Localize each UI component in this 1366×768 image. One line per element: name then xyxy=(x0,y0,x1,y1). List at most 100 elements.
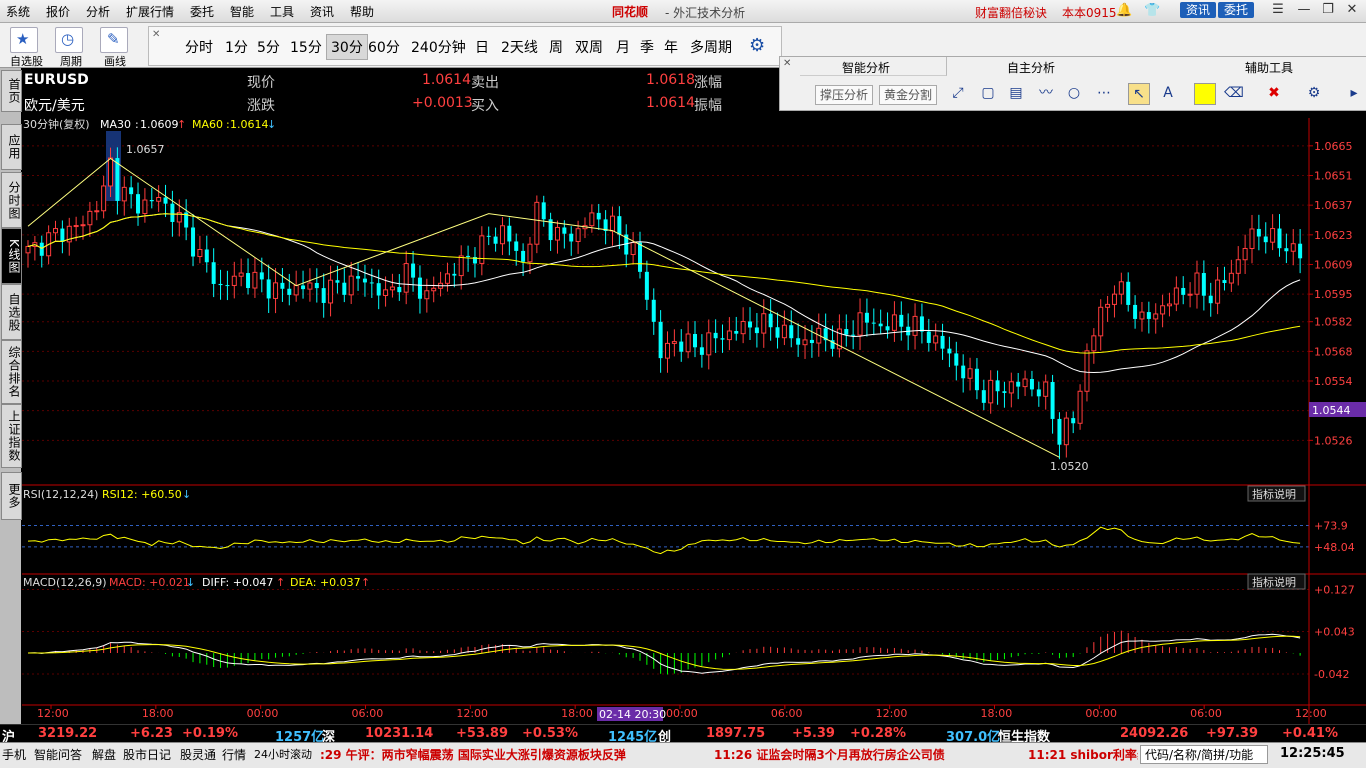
news-ticker-2[interactable]: 11:26 证监会时隔3个月再放行房企公司债 xyxy=(714,746,945,763)
tab-watchlist[interactable]: 自选股 xyxy=(1,284,22,340)
trade-button[interactable]: 委托 xyxy=(1218,2,1255,18)
tab-ranking[interactable]: 综合排名 xyxy=(1,340,22,404)
kline-chart[interactable]: 1.0665 1.0651 1.0637 1.0623 1.0609 1.0595 1.05… xyxy=(22,118,1366,724)
period-multi[interactable]: 多周期 xyxy=(690,37,732,57)
symbol-code: EURUSD xyxy=(24,72,89,88)
period-year[interactable]: 年 xyxy=(664,37,678,57)
status-stock-link[interactable]: 股灵通 xyxy=(180,746,216,763)
candle-body xyxy=(706,332,712,356)
period-15m[interactable]: 15分 xyxy=(290,37,322,57)
menu-analysis[interactable]: 分析 xyxy=(86,3,110,20)
wave-tool-icon[interactable]: 〰 xyxy=(1036,83,1056,103)
scroll-right-icon[interactable]: ▸ xyxy=(1344,83,1364,103)
candle-body xyxy=(191,227,196,257)
x-tick-label: 18:00 xyxy=(981,707,1013,720)
self-select-icon[interactable]: ★ xyxy=(10,27,38,53)
candle-body xyxy=(1298,243,1303,259)
candle-body xyxy=(246,273,251,289)
menu-smart[interactable]: 智能 xyxy=(230,3,254,20)
tool-settings-gear-icon[interactable]: ⚙ xyxy=(1304,83,1324,103)
status-mobile[interactable]: 手机 xyxy=(2,746,26,763)
period-240m[interactable]: 240分钟 xyxy=(411,37,466,57)
line-tool-icon[interactable]: ⤢ xyxy=(948,83,968,103)
macd-value: MACD: +0.021 xyxy=(109,576,190,589)
status-market[interactable]: 行情 xyxy=(222,746,246,763)
status-qa[interactable]: 智能问答 xyxy=(34,746,82,763)
tab-more[interactable]: 更多 xyxy=(1,472,22,520)
period-30m[interactable]: 30分 xyxy=(326,34,368,60)
search-input[interactable]: 代码/名称/简拼/功能 xyxy=(1140,745,1268,764)
menu-trade[interactable]: 委托 xyxy=(190,3,214,20)
candle-body xyxy=(940,335,945,349)
period-icon[interactable]: ◷ xyxy=(55,27,83,53)
analysis-panel: ✕ 智能分析 自主分析 辅助工具 撑压分析 黄金分割 ⤢ ▢ ▤ 〰 ○ ⋯ ↖… xyxy=(779,56,1366,111)
circle-tool-icon[interactable]: ○ xyxy=(1064,83,1084,103)
candle-body xyxy=(740,320,746,335)
font-tool-icon[interactable]: A xyxy=(1158,83,1178,103)
color-picker-icon[interactable] xyxy=(1194,83,1216,105)
price-tag: 1.0544 xyxy=(1312,404,1351,417)
period-day[interactable]: 日 xyxy=(475,37,489,57)
period-week[interactable]: 周 xyxy=(549,37,563,57)
status-24h-scroll[interactable]: 24小时滚动 xyxy=(254,746,312,762)
candle-body xyxy=(307,282,313,290)
status-diary[interactable]: 股市日记 xyxy=(123,746,171,763)
period-5m[interactable]: 5分 xyxy=(257,37,280,57)
candle-body xyxy=(1270,228,1276,243)
news-ticker-1[interactable]: :29 午评：两市窄幅震荡 国际实业大涨引爆资源板块反弹 xyxy=(320,746,626,763)
candle-body xyxy=(1036,389,1041,397)
period-intraday[interactable]: 分时 xyxy=(185,37,213,57)
period-2week[interactable]: 双周 xyxy=(575,37,603,57)
candle-body xyxy=(864,312,869,323)
menu-system[interactable]: 系统 xyxy=(6,3,30,20)
period-1m[interactable]: 1分 xyxy=(225,37,248,57)
text-box-icon[interactable]: ▤ xyxy=(1006,83,1026,103)
menu-news[interactable]: 资讯 xyxy=(310,3,334,20)
rect-tool-icon[interactable]: ▢ xyxy=(978,83,998,103)
cursor-tool-icon[interactable]: ↖ xyxy=(1128,83,1150,105)
period-settings-gear-icon[interactable]: ⚙ xyxy=(749,35,765,56)
candle-body xyxy=(926,331,931,343)
ma60-name: MA60 xyxy=(192,118,223,131)
close-icon[interactable]: ✕ xyxy=(1342,2,1362,18)
eraser-tool-icon[interactable]: ⌫ xyxy=(1224,83,1244,103)
change-label: 涨跌 xyxy=(247,98,275,114)
bell-icon[interactable]: 🔔 xyxy=(1116,3,1132,18)
candle-body xyxy=(204,249,209,263)
menu-help[interactable]: 帮助 xyxy=(350,3,374,20)
support-pressure-button[interactable]: 撑压分析 xyxy=(815,85,874,105)
promo-link[interactable]: 财富翻倍秘诀 xyxy=(975,4,1047,21)
restore-icon[interactable]: ❐ xyxy=(1318,2,1338,18)
tab-intraday[interactable]: 分时图 xyxy=(1,172,22,228)
minimize-icon[interactable]: — xyxy=(1294,2,1314,18)
golden-section-button[interactable]: 黄金分割 xyxy=(879,85,938,105)
menu-extended[interactable]: 扩展行情 xyxy=(126,3,174,20)
x-tick-label: 06:00 xyxy=(771,707,803,720)
menu-tools[interactable]: 工具 xyxy=(270,3,294,20)
status-analysis[interactable]: 解盘 xyxy=(92,746,116,763)
period-2day[interactable]: 2天线 xyxy=(501,37,538,57)
panel-close-icon[interactable]: ✕ xyxy=(783,58,791,69)
shirt-icon[interactable]: 👕 xyxy=(1144,3,1160,18)
more-tools-icon[interactable]: ⋯ xyxy=(1094,83,1114,103)
delete-tool-icon[interactable]: ✖ xyxy=(1264,83,1284,103)
tab-sh-index[interactable]: 上证指数 xyxy=(1,404,22,468)
news-ticker-3[interactable]: 11:21 shibor利率纟 xyxy=(1028,746,1138,763)
left-tab-bar: 首页 应用 分时图 K线图 自选股 综合排名 上证指数 更多 xyxy=(0,68,22,724)
ma30-up-arrow-icon: ↑ xyxy=(177,118,186,131)
tab-apps[interactable]: 应用 xyxy=(1,124,22,170)
menu-quote[interactable]: 报价 xyxy=(46,3,70,20)
news-button[interactable]: 资讯 xyxy=(1180,2,1217,18)
candle-body xyxy=(671,341,677,344)
settings-icon[interactable]: ☰ xyxy=(1268,2,1288,18)
candle-body xyxy=(954,353,959,366)
period-60m[interactable]: 60分 xyxy=(368,37,400,57)
period-bar-close-icon[interactable]: ✕ xyxy=(152,29,160,40)
candle-body xyxy=(899,314,904,327)
period-quarter[interactable]: 季 xyxy=(640,37,654,57)
period-month[interactable]: 月 xyxy=(616,37,630,57)
tab-home[interactable]: 首页 xyxy=(1,70,22,112)
candle-body xyxy=(1118,281,1124,295)
draw-icon[interactable]: ✎ xyxy=(100,27,128,53)
tab-kline[interactable]: K线图 xyxy=(1,228,22,284)
